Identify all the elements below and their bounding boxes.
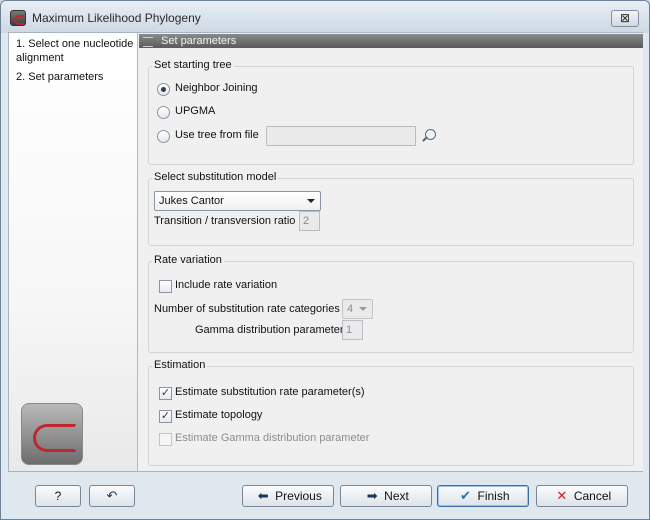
ratio-label: Transition / transversion ratio (154, 215, 296, 227)
help-icon: ? (54, 489, 62, 503)
estimate-rate-checkbox[interactable]: ✓ (159, 387, 172, 400)
upgma-label[interactable]: UPGMA (175, 105, 215, 117)
cancel-button[interactable]: ✕ Cancel (536, 485, 628, 507)
include-rate-variation-label[interactable]: Include rate variation (175, 279, 277, 291)
panel-header: Set parameters (139, 34, 643, 48)
step-set-parameters: 2. Set parameters (16, 71, 104, 83)
tree-from-file-label[interactable]: Use tree from file (175, 129, 259, 141)
estimate-gamma-checkbox[interactable] (159, 433, 172, 446)
neighbor-joining-radio[interactable] (157, 83, 170, 96)
gamma-label: Gamma distribution parameter (195, 324, 344, 336)
cancel-label: Cancel (573, 489, 612, 503)
finish-label: Finish (477, 489, 510, 503)
categories-select[interactable]: 4 (342, 299, 373, 319)
wizard-steps-sidebar: 1. Select one nucleotide alignment 2. Se… (9, 33, 138, 471)
next-button[interactable]: ➡ Next (340, 485, 432, 507)
rate-variation-title: Rate variation (152, 254, 224, 266)
finish-button[interactable]: ✔ Finish (437, 485, 529, 507)
close-button[interactable]: ⊠ (611, 10, 639, 27)
categories-label: Number of substitution rate categories (154, 303, 340, 315)
undo-arrow-icon: ↶ (106, 488, 118, 503)
previous-button[interactable]: ⬅ Previous (242, 485, 334, 507)
estimate-topology-label[interactable]: Estimate topology (175, 409, 262, 421)
browse-search-icon[interactable] (420, 128, 438, 144)
chevron-down-icon (307, 199, 315, 203)
gamma-input[interactable]: 1 (342, 320, 363, 340)
starting-tree-title: Set starting tree (152, 59, 234, 71)
chevron-down-icon (359, 307, 367, 311)
estimate-gamma-label[interactable]: Estimate Gamma distribution parameter (175, 432, 369, 444)
estimation-group: Estimation ✓ Estimate substitution rate … (148, 359, 634, 466)
dialog-window: Maximum Likelihood Phylogeny ⊠ 1. Select… (0, 0, 650, 520)
next-label: Next (384, 489, 409, 503)
neighbor-joining-label[interactable]: Neighbor Joining (175, 82, 258, 94)
starting-tree-group: Set starting tree Neighbor Joining UPGMA… (148, 59, 634, 165)
tree-from-file-radio[interactable] (157, 130, 170, 143)
clc-logo-icon (21, 403, 83, 465)
arrow-right-icon: ➡ (366, 488, 378, 503)
estimate-rate-label[interactable]: Estimate substitution rate parameter(s) (175, 386, 365, 398)
help-button[interactable]: ? (35, 485, 81, 507)
ratio-input[interactable]: 2 (299, 211, 320, 231)
reset-button[interactable]: ↶ (89, 485, 135, 507)
rate-variation-group: Rate variation Include rate variation Nu… (148, 254, 634, 353)
substitution-model-select[interactable]: Jukes Cantor (154, 191, 321, 211)
substitution-model-title: Select substitution model (152, 171, 279, 183)
estimation-title: Estimation (152, 359, 208, 371)
previous-label: Previous (275, 489, 322, 503)
substitution-model-value: Jukes Cantor (159, 195, 224, 207)
app-logo-icon (10, 10, 26, 26)
step-select-alignment: 1. Select one nucleotide alignment (16, 38, 134, 64)
arrow-left-icon: ⬅ (257, 488, 269, 503)
title-bar[interactable]: Maximum Likelihood Phylogeny ⊠ (1, 1, 649, 33)
dialog-body: 1. Select one nucleotide alignment 2. Se… (8, 32, 643, 472)
include-rate-variation-checkbox[interactable] (159, 280, 172, 293)
parameters-panel: Set parameters Set starting tree Neighbo… (139, 33, 643, 471)
categories-value: 4 (347, 303, 354, 315)
substitution-model-group: Select substitution model Jukes Cantor T… (148, 171, 634, 246)
tree-file-input[interactable] (266, 126, 416, 146)
checkmark-icon: ✔ (460, 488, 471, 503)
estimate-topology-checkbox[interactable]: ✓ (159, 410, 172, 423)
close-x-icon: ✕ (556, 488, 568, 503)
window-title: Maximum Likelihood Phylogeny (32, 11, 201, 25)
upgma-radio[interactable] (157, 106, 170, 119)
